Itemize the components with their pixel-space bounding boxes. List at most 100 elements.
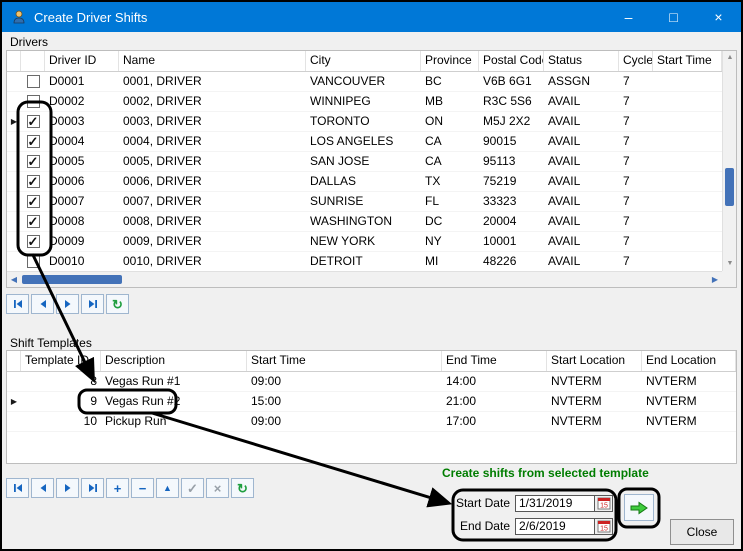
driver-cell: ASSGN (544, 72, 619, 92)
driver-row[interactable]: D00020002, DRIVERWINNIPEGMBR3C 5S6AVAIL7 (7, 92, 736, 112)
driver-cell: D0009 (45, 232, 119, 252)
templates-nav-refresh-button[interactable]: ↻ (231, 478, 254, 498)
driver-select-checkbox[interactable]: ✓ (27, 115, 40, 128)
driver-row[interactable]: ✓D00090009, DRIVERNEW YORKNY10001AVAIL7 (7, 232, 736, 252)
row-indicator-cell: ▶ (7, 392, 21, 412)
end-date-picker-button[interactable]: 15 (595, 518, 613, 535)
driver-cell (653, 92, 722, 112)
drivers-nav-last-button[interactable] (81, 294, 104, 314)
scroll-down-icon[interactable]: ▼ (723, 257, 737, 271)
driver-checkbox-cell: ✓ (21, 212, 45, 232)
templates-nav-prior-button[interactable] (31, 478, 54, 498)
maximize-button[interactable]: □ (651, 2, 696, 32)
close-dialog-button[interactable]: Close (670, 519, 734, 545)
driver-cell: NY (421, 232, 479, 252)
driver-row[interactable]: D00010001, DRIVERVANCOUVERBCV6B 6G1ASSGN… (7, 72, 736, 92)
templates-nav-cancel-button[interactable]: × (206, 478, 229, 498)
templates-nav-insert-button[interactable]: + (106, 478, 129, 498)
driver-row[interactable]: ✓D00070007, DRIVERSUNRISEFL33323AVAIL7 (7, 192, 736, 212)
driver-row[interactable]: ✓D00040004, DRIVERLOS ANGELESCA90015AVAI… (7, 132, 736, 152)
templates-column-header[interactable]: End Location (642, 351, 736, 371)
drivers-column-header[interactable]: City (306, 51, 421, 71)
driver-select-checkbox[interactable] (27, 255, 40, 268)
end-date-input[interactable] (515, 518, 595, 535)
templates-column-header[interactable]: Start Time (247, 351, 442, 371)
drivers-column-header[interactable]: Postal Code (479, 51, 544, 71)
driver-cell: AVAIL (544, 172, 619, 192)
templates-nav-edit-button[interactable]: ▲ (156, 478, 179, 498)
driver-select-checkbox[interactable]: ✓ (27, 135, 40, 148)
drivers-column-header[interactable]: Name (119, 51, 306, 71)
driver-row[interactable]: ✓D00060006, DRIVERDALLASTX75219AVAIL7 (7, 172, 736, 192)
driver-cell: D0001 (45, 72, 119, 92)
templates-nav-last-button[interactable] (81, 478, 104, 498)
row-indicator-cell (7, 172, 21, 192)
driver-cell: 7 (619, 72, 653, 92)
driver-cell: SAN JOSE (306, 152, 421, 172)
driver-cell: 7 (619, 152, 653, 172)
drivers-column-header[interactable]: Province (421, 51, 479, 71)
templates-nav-first-button[interactable] (6, 478, 29, 498)
driver-cell: 0003, DRIVER (119, 112, 306, 132)
minimize-button[interactable]: – (606, 2, 651, 32)
template-row[interactable]: 8Vegas Run #109:0014:00NVTERMNVTERM (7, 372, 736, 392)
template-row[interactable]: 10Pickup Run09:0017:00NVTERMNVTERM (7, 412, 736, 432)
edit-record-icon: ▲ (163, 484, 172, 493)
window-title: Create Driver Shifts (34, 10, 147, 25)
driver-cell: 7 (619, 252, 653, 272)
drivers-horizontal-scrollbar[interactable]: ◀ ▶ (7, 271, 722, 287)
drivers-column-header (21, 51, 45, 71)
drivers-nav-first-button[interactable] (6, 294, 29, 314)
driver-row[interactable]: ▶✓D00030003, DRIVERTORONTOONM5J 2X2AVAIL… (7, 112, 736, 132)
drivers-column-header[interactable]: Status (544, 51, 619, 71)
driver-cell: CA (421, 132, 479, 152)
close-button[interactable]: × (696, 2, 741, 32)
driver-cell: BC (421, 72, 479, 92)
drivers-column-header[interactable]: Cycle (619, 51, 653, 71)
driver-cell: 7 (619, 112, 653, 132)
scroll-up-icon[interactable]: ▲ (723, 51, 737, 65)
title-bar[interactable]: Create Driver Shifts – □ × (2, 2, 741, 32)
templates-nav-next-button[interactable] (56, 478, 79, 498)
drivers-nav-refresh-button[interactable]: ↻ (106, 294, 129, 314)
templates-nav-delete-button[interactable]: − (131, 478, 154, 498)
scroll-left-icon[interactable]: ◀ (7, 272, 21, 287)
templates-nav-post-button[interactable]: ✓ (181, 478, 204, 498)
horizontal-scrollbar-thumb[interactable] (22, 275, 122, 284)
driver-row[interactable]: ✓D00080008, DRIVERWASHINGTONDC20004AVAIL… (7, 212, 736, 232)
drivers-column-header[interactable]: Start Time (653, 51, 722, 71)
driver-cell: LOS ANGELES (306, 132, 421, 152)
driver-cell: DC (421, 212, 479, 232)
driver-select-checkbox[interactable]: ✓ (27, 155, 40, 168)
drivers-nav-next-button[interactable] (56, 294, 79, 314)
template-cell: 09:00 (247, 372, 442, 392)
driver-cell: 0002, DRIVER (119, 92, 306, 112)
scroll-right-icon[interactable]: ▶ (708, 272, 722, 287)
driver-select-checkbox[interactable] (27, 75, 40, 88)
drivers-nav-prior-button[interactable] (31, 294, 54, 314)
driver-cell: 0009, DRIVER (119, 232, 306, 252)
drivers-vertical-scrollbar[interactable]: ▲ ▼ (722, 51, 736, 271)
refresh-icon: ↻ (237, 482, 248, 495)
driver-select-checkbox[interactable]: ✓ (27, 215, 40, 228)
driver-cell: FL (421, 192, 479, 212)
vertical-scrollbar-thumb[interactable] (725, 168, 734, 206)
drivers-column-header[interactable]: Driver ID (45, 51, 119, 71)
driver-row[interactable]: ✓D00050005, DRIVERSAN JOSECA95113AVAIL7 (7, 152, 736, 172)
create-shifts-go-button[interactable] (624, 494, 654, 521)
start-date-input[interactable] (515, 495, 595, 512)
templates-column-header[interactable]: End Time (442, 351, 547, 371)
driver-cell: D0005 (45, 152, 119, 172)
driver-cell: 7 (619, 212, 653, 232)
start-date-picker-button[interactable]: 15 (595, 495, 613, 512)
templates-column-header[interactable]: Description (101, 351, 247, 371)
templates-column-header[interactable]: Template ID (21, 351, 101, 371)
template-row[interactable]: ▶9Vegas Run #215:0021:00NVTERMNVTERM (7, 392, 736, 412)
driver-select-checkbox[interactable]: ✓ (27, 195, 40, 208)
templates-column-header[interactable]: Start Location (547, 351, 642, 371)
driver-select-checkbox[interactable]: ✓ (27, 175, 40, 188)
driver-select-checkbox[interactable]: ✓ (27, 235, 40, 248)
last-record-icon (87, 482, 99, 494)
driver-row[interactable]: D00100010, DRIVERDETROITMI48226AVAIL7 (7, 252, 736, 272)
driver-select-checkbox[interactable] (27, 95, 40, 108)
